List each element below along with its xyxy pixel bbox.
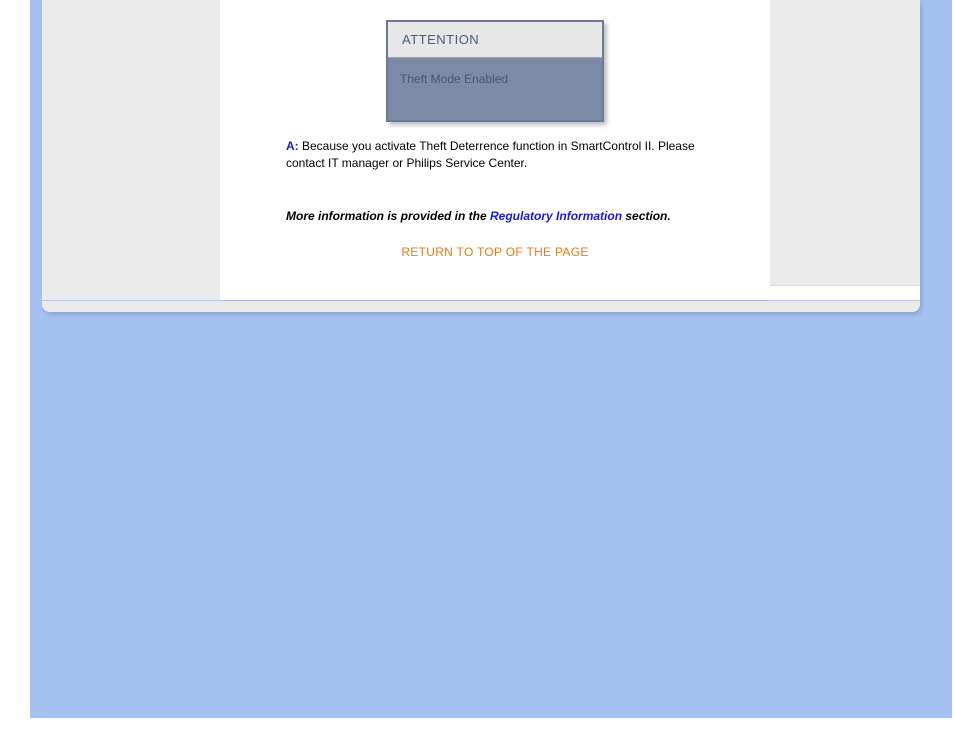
answer-label: A: bbox=[286, 139, 299, 153]
content-column: ATTENTION Theft Mode Enabled A: Because … bbox=[220, 0, 770, 300]
attention-dialog: ATTENTION Theft Mode Enabled bbox=[386, 20, 604, 122]
answer-paragraph: A: Because you activate Theft Deterrence… bbox=[286, 138, 700, 173]
right-margin bbox=[770, 0, 920, 300]
attention-message: Theft Mode Enabled bbox=[388, 58, 602, 120]
return-to-top-link[interactable]: RETURN TO TOP OF THE PAGE bbox=[401, 245, 588, 259]
attention-title: ATTENTION bbox=[388, 22, 602, 58]
more-info-line: More information is provided in the Regu… bbox=[286, 209, 700, 223]
more-info-before: More information is provided in the bbox=[286, 209, 490, 223]
page-footer-bar bbox=[42, 300, 920, 312]
regulatory-information-link[interactable]: Regulatory Information bbox=[490, 209, 622, 223]
more-info-after: section. bbox=[622, 209, 671, 223]
return-top-wrap: RETURN TO TOP OF THE PAGE bbox=[230, 245, 760, 259]
document-page: ATTENTION Theft Mode Enabled A: Because … bbox=[42, 0, 920, 312]
left-margin bbox=[42, 0, 220, 300]
answer-text: Because you activate Theft Deterrence fu… bbox=[286, 139, 695, 170]
page-columns: ATTENTION Theft Mode Enabled A: Because … bbox=[42, 0, 920, 300]
